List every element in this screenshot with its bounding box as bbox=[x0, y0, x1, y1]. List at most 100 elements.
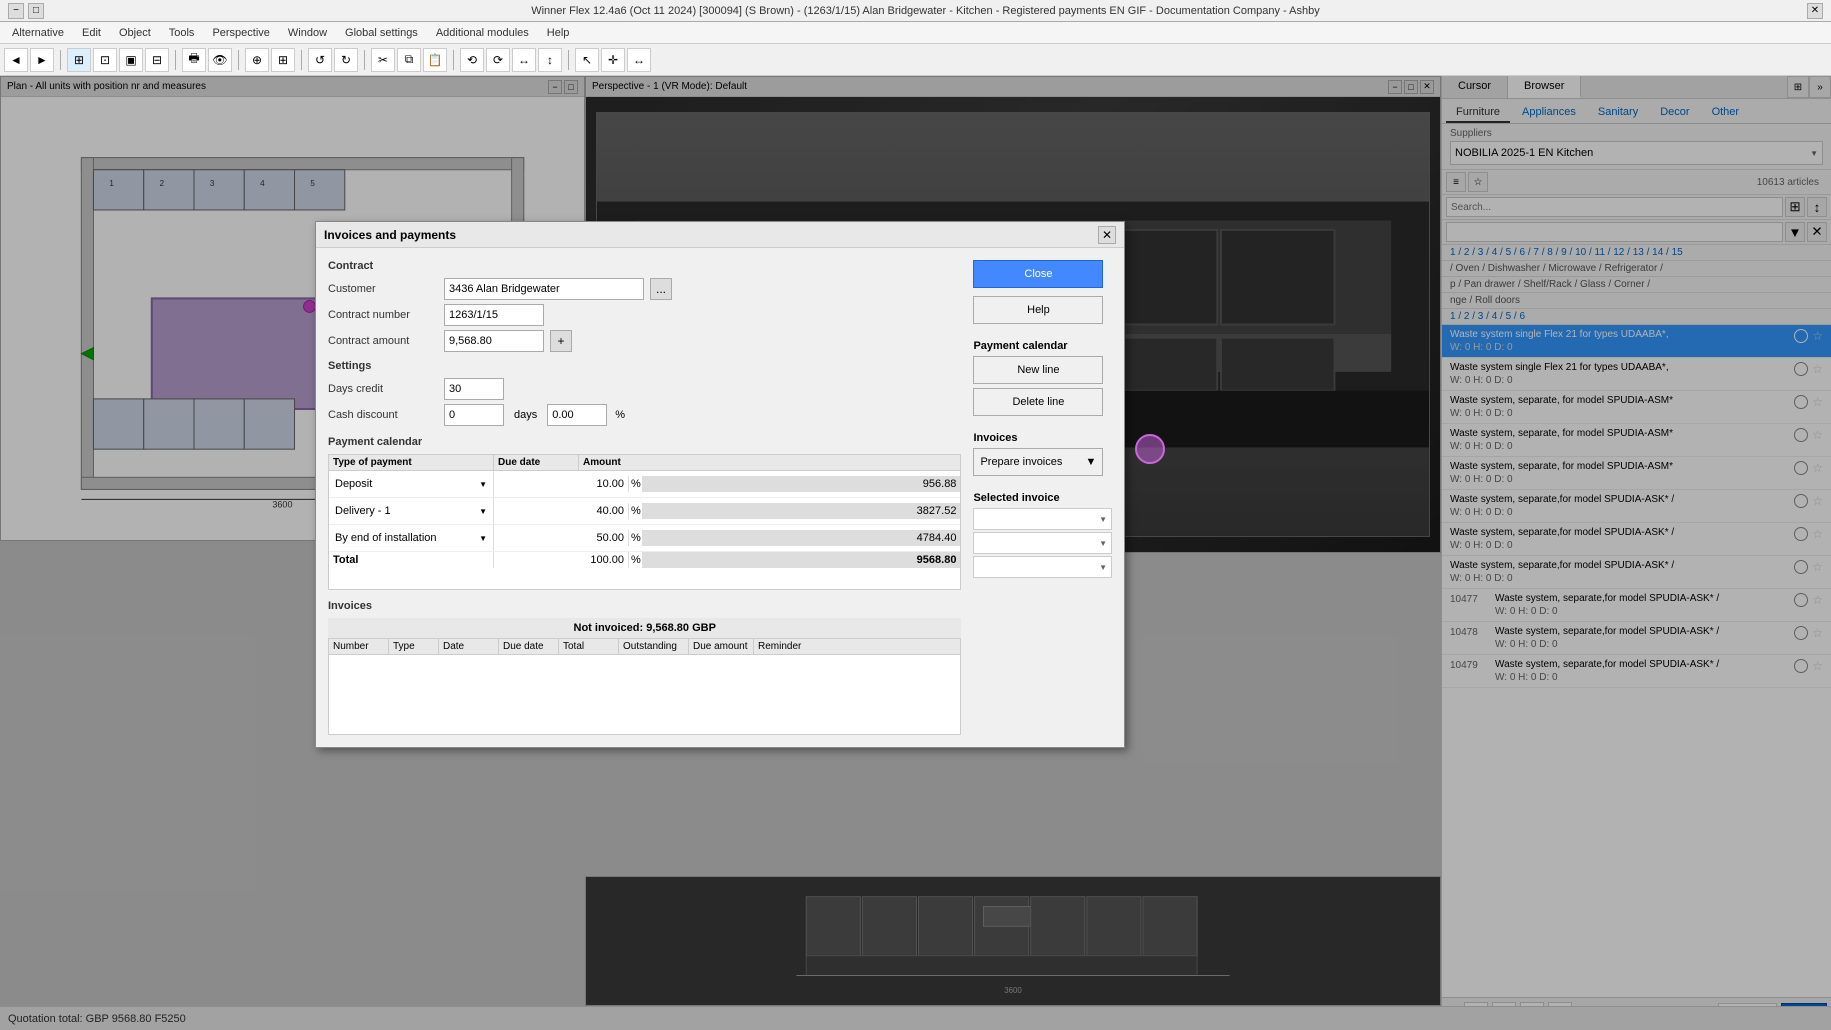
minimize-btn[interactable]: − bbox=[8, 3, 24, 19]
payment-type-3: By end of installation ▼ bbox=[329, 525, 494, 551]
menu-additional-modules[interactable]: Additional modules bbox=[428, 25, 537, 41]
payment-type-1: Deposit ▼ bbox=[329, 471, 494, 497]
invoices-table-body bbox=[328, 655, 961, 735]
selected-invoice-section: Selected invoice ▼ ▼ ▼ bbox=[973, 492, 1112, 578]
modal-left: Contract Customer ... Contract number Co… bbox=[328, 260, 961, 735]
settings-section: Settings Days credit Cash discount days … bbox=[328, 360, 961, 426]
detail-btn[interactable]: ⊟ bbox=[145, 48, 169, 72]
new-line-btn[interactable]: New line bbox=[973, 356, 1103, 384]
paste-btn[interactable]: 📋 bbox=[423, 48, 447, 72]
col-amount-header: Amount bbox=[579, 455, 960, 470]
payment-table-body: Deposit ▼ 10.00 % 956.88 bbox=[328, 470, 961, 590]
payment-row-3: By end of installation ▼ 50.00 % 4784.40 bbox=[329, 525, 960, 552]
payment-table-header: Type of payment Due date Amount bbox=[328, 454, 961, 470]
payment-pct-sign-1: % bbox=[629, 476, 643, 492]
delete-line-btn[interactable]: Delete line bbox=[973, 388, 1103, 416]
cursor-indicator bbox=[1135, 434, 1165, 464]
selected-invoice-label: Selected invoice bbox=[973, 492, 1112, 504]
contract-amount-row: Contract amount + bbox=[328, 330, 961, 352]
title-bar: − □ Winner Flex 12.4a6 (Oct 11 2024) [30… bbox=[0, 0, 1831, 22]
prepare-dropdown-arrow: ▼ bbox=[1086, 456, 1097, 468]
close-btn[interactable]: ✕ bbox=[1807, 3, 1823, 19]
discount-pct-input[interactable] bbox=[547, 404, 607, 426]
modal-body: Contract Customer ... Contract number Co… bbox=[316, 248, 1124, 747]
copy-btn[interactable]: ⧉ bbox=[397, 48, 421, 72]
payment-total-pct: 100.00 bbox=[579, 552, 629, 568]
col-type-header: Type of payment bbox=[329, 455, 494, 470]
undo-btn[interactable]: ↺ bbox=[308, 48, 332, 72]
elevation-btn[interactable]: ⊡ bbox=[93, 48, 117, 72]
flip-h-btn[interactable]: ↔ bbox=[512, 48, 536, 72]
rotate-left-btn[interactable]: ⟲ bbox=[460, 48, 484, 72]
dimension-btn[interactable]: ↔ bbox=[627, 48, 651, 72]
customer-browse-btn[interactable]: ... bbox=[650, 278, 672, 300]
forward-btn[interactable]: ► bbox=[30, 48, 54, 72]
contract-amount-btn[interactable]: + bbox=[550, 330, 572, 352]
menu-tools[interactable]: Tools bbox=[161, 25, 203, 41]
back-btn[interactable]: ◄ bbox=[4, 48, 28, 72]
selected-invoice-dropdown-1[interactable]: ▼ bbox=[973, 508, 1112, 530]
col-date: Date bbox=[439, 639, 499, 654]
move-btn[interactable]: ✛ bbox=[601, 48, 625, 72]
col-reminder: Reminder bbox=[754, 639, 960, 654]
payment-amount-2: 3827.52 bbox=[643, 503, 960, 519]
contract-amount-input[interactable] bbox=[444, 330, 544, 352]
contract-section: Contract Customer ... Contract number Co… bbox=[328, 260, 961, 352]
payment-calendar-label: Payment calendar bbox=[328, 436, 961, 448]
menu-perspective[interactable]: Perspective bbox=[204, 25, 277, 41]
grid-btn[interactable]: ⊞ bbox=[271, 48, 295, 72]
3d-btn[interactable]: ▣ bbox=[119, 48, 143, 72]
rotate-right-btn[interactable]: ⟳ bbox=[486, 48, 510, 72]
preview-btn[interactable]: 👁 bbox=[208, 48, 232, 72]
close-modal-btn[interactable]: Close bbox=[973, 260, 1103, 288]
sel-inv-arrow-3: ▼ bbox=[1099, 563, 1107, 572]
select-btn[interactable]: ↖ bbox=[575, 48, 599, 72]
modal-close-btn[interactable]: ✕ bbox=[1098, 226, 1116, 244]
customer-input[interactable] bbox=[444, 278, 644, 300]
cash-discount-input[interactable] bbox=[444, 404, 504, 426]
cut-btn[interactable]: ✂ bbox=[371, 48, 395, 72]
payment-row-4: Total 100.00 % 9568.80 bbox=[329, 552, 960, 568]
contract-number-label: Contract number bbox=[328, 309, 438, 321]
modal-title: Invoices and payments bbox=[324, 228, 456, 242]
payment-amount-1: 956.88 bbox=[643, 476, 960, 492]
snap-btn[interactable]: ⊕ bbox=[245, 48, 269, 72]
maximize-btn[interactable]: □ bbox=[28, 3, 44, 19]
days-credit-input[interactable] bbox=[444, 378, 504, 400]
prepare-invoices-btn[interactable]: Prepare invoices ▼ bbox=[973, 448, 1103, 476]
not-invoiced-text: Not invoiced: 9,568.80 GBP bbox=[574, 622, 716, 634]
cash-discount-row: Cash discount days % bbox=[328, 404, 961, 426]
type-dropdown-arrow-3: ▼ bbox=[479, 534, 487, 543]
pct-sign: % bbox=[615, 409, 625, 421]
toolbar: ◄ ► ⊞ ⊡ ▣ ⊟ 🖶 👁 ⊕ ⊞ ↺ ↻ ✂ ⧉ 📋 ⟲ ⟳ ↔ ↕ ↖ … bbox=[0, 44, 1831, 76]
cash-discount-label: Cash discount bbox=[328, 409, 438, 421]
title-text: Winner Flex 12.4a6 (Oct 11 2024) [300094… bbox=[44, 5, 1807, 17]
col-due-amount: Due amount bbox=[689, 639, 754, 654]
menu-edit[interactable]: Edit bbox=[74, 25, 109, 41]
payment-total-pct-sign: % bbox=[629, 552, 643, 568]
modal-header: Invoices and payments ✕ bbox=[316, 222, 1124, 248]
menu-window[interactable]: Window bbox=[280, 25, 335, 41]
redo-btn[interactable]: ↻ bbox=[334, 48, 358, 72]
contract-label: Contract bbox=[328, 260, 961, 272]
help-btn[interactable]: Help bbox=[973, 296, 1103, 324]
print-btn[interactable]: 🖶 bbox=[182, 48, 206, 72]
payment-row-1: Deposit ▼ 10.00 % 956.88 bbox=[329, 471, 960, 498]
menu-help[interactable]: Help bbox=[539, 25, 578, 41]
selected-invoice-dropdown-3[interactable]: ▼ bbox=[973, 556, 1112, 578]
plan-view-btn[interactable]: ⊞ bbox=[67, 48, 91, 72]
type-dropdown-arrow-2: ▼ bbox=[479, 507, 487, 516]
selected-invoice-dropdown-2[interactable]: ▼ bbox=[973, 532, 1112, 554]
payment-amount-3: 4784.40 bbox=[643, 530, 960, 546]
menu-alternative[interactable]: Alternative bbox=[4, 25, 72, 41]
invoices-label: Invoices bbox=[328, 600, 961, 612]
days-credit-row: Days credit bbox=[328, 378, 961, 400]
contract-number-row: Contract number bbox=[328, 304, 961, 326]
payment-pct-sign-2: % bbox=[629, 503, 643, 519]
menu-global-settings[interactable]: Global settings bbox=[337, 25, 426, 41]
sel-inv-arrow-2: ▼ bbox=[1099, 539, 1107, 548]
flip-v-btn[interactable]: ↕ bbox=[538, 48, 562, 72]
contract-number-input[interactable] bbox=[444, 304, 544, 326]
menu-object[interactable]: Object bbox=[111, 25, 159, 41]
menu-bar: Alternative Edit Object Tools Perspectiv… bbox=[0, 22, 1831, 44]
